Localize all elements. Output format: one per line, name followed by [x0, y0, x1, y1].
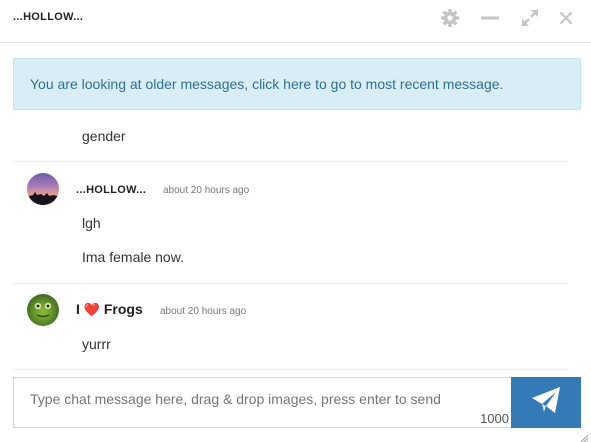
avatar[interactable]	[27, 294, 59, 326]
message-list[interactable]: gender ...HOLLOW... about 20 hours ago l…	[13, 116, 568, 370]
resize-handle[interactable]	[579, 430, 589, 442]
message-divider	[13, 161, 568, 162]
message-composer: 1000	[13, 377, 511, 428]
older-messages-notice[interactable]: You are looking at older messages, click…	[13, 58, 581, 110]
character-counter: 1000	[480, 411, 509, 426]
message-divider	[13, 283, 568, 284]
message-input[interactable]	[30, 391, 490, 407]
paper-plane-icon	[531, 386, 561, 419]
minimize-icon	[480, 8, 500, 28]
expand-button[interactable]	[518, 7, 542, 29]
message-text: gender	[82, 128, 126, 144]
avatar[interactable]	[27, 173, 59, 205]
chat-header: ...HOLLOW...	[0, 0, 591, 43]
message-text: Ima female now.	[82, 249, 184, 265]
close-button[interactable]	[554, 7, 578, 29]
send-button[interactable]	[511, 377, 581, 428]
chat-window: ...HOLLOW... You are looking at older me…	[0, 0, 591, 442]
message-author[interactable]: ...HOLLOW...	[76, 184, 146, 196]
notice-text: You are looking at older messages, click…	[30, 76, 504, 92]
close-icon	[559, 11, 573, 25]
minimize-button[interactable]	[478, 7, 502, 29]
message-divider	[13, 369, 568, 370]
message-text: lgh	[82, 215, 101, 231]
author-name-part: Frogs	[103, 301, 143, 317]
chat-title: ...HOLLOW...	[13, 11, 84, 23]
message-timestamp: about 20 hours ago	[163, 185, 250, 196]
message-timestamp: about 20 hours ago	[160, 306, 247, 317]
message-author[interactable]: I ❤️ Frogs	[76, 301, 143, 318]
gear-icon	[440, 8, 460, 28]
heart-icon: ❤️	[83, 302, 100, 317]
author-name-part: I	[76, 301, 80, 317]
expand-icon	[520, 8, 540, 28]
message-text: yurrr	[82, 336, 111, 352]
settings-button[interactable]	[438, 7, 462, 29]
